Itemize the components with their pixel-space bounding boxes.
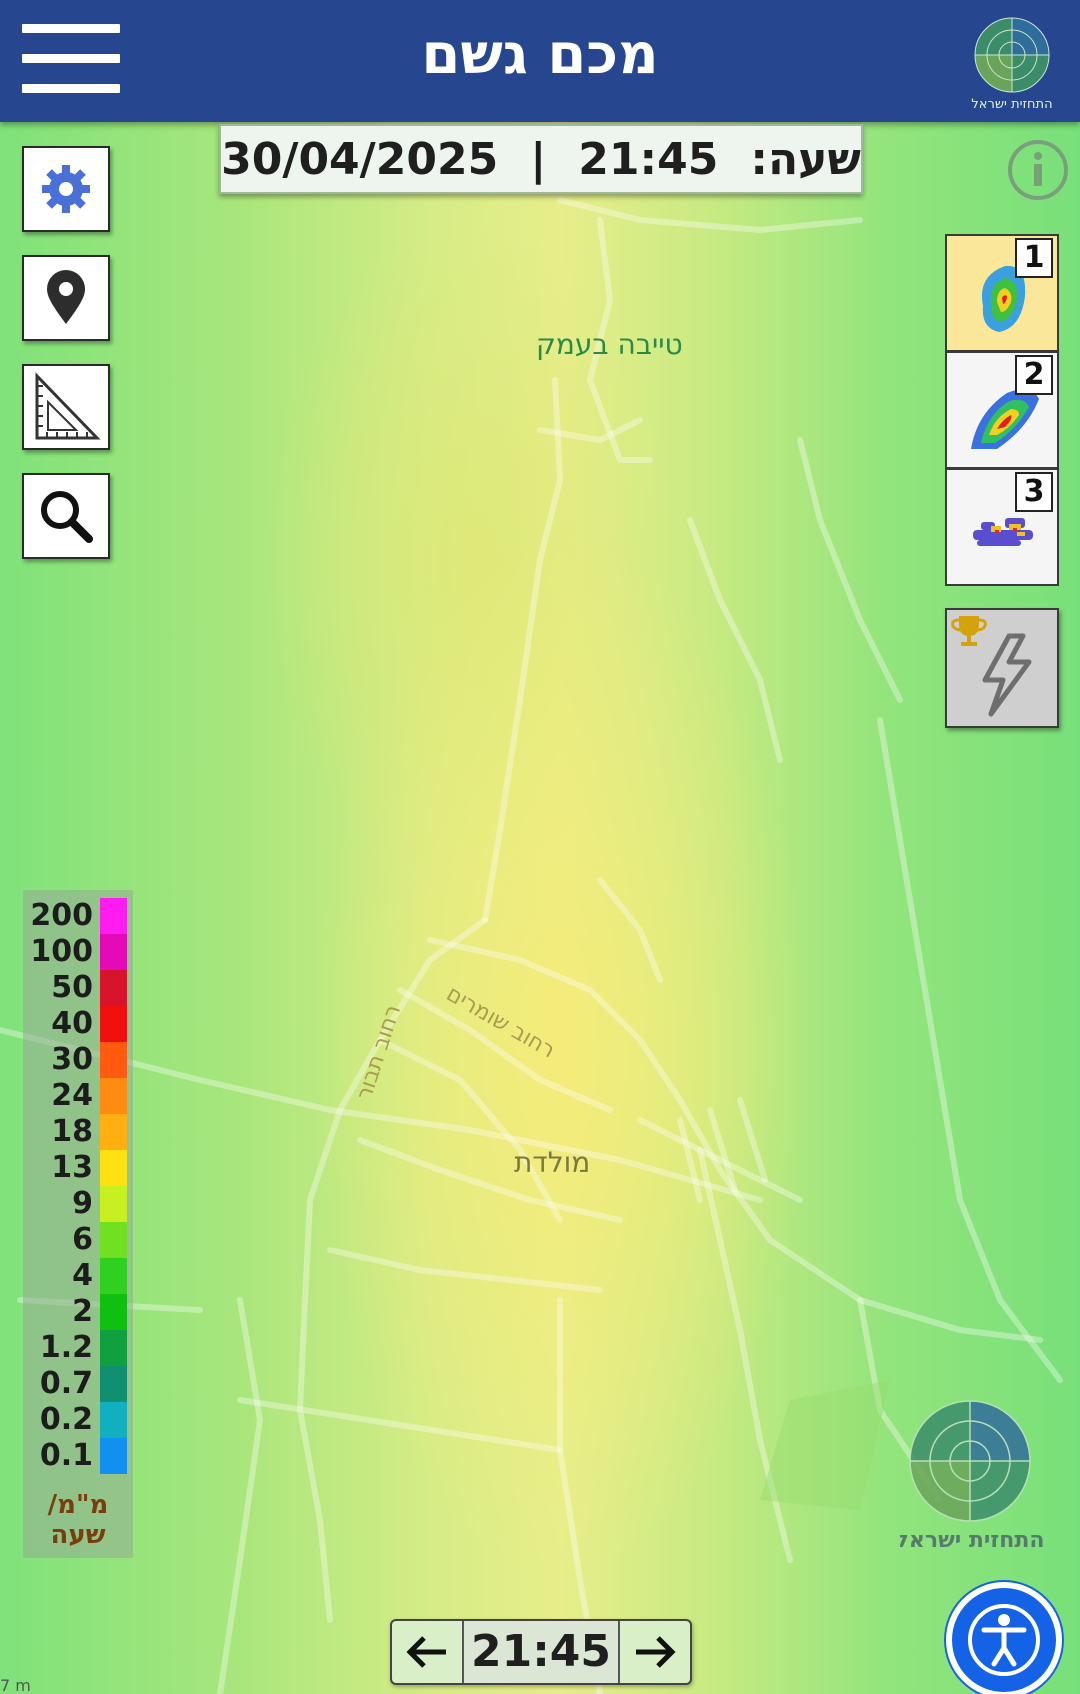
legend-swatch — [100, 898, 127, 934]
legend-unit: מ"מ/ שעה — [47, 1490, 109, 1550]
watermark-text: התחזית ישראל — [900, 1528, 1044, 1553]
legend-row: 0.2 — [23, 1402, 133, 1438]
legend-row: 1.2 — [23, 1330, 133, 1366]
legend-row: 0.1 — [23, 1438, 133, 1474]
legend-row: 100 — [23, 934, 133, 970]
gear-icon — [42, 165, 90, 213]
layer-button-2[interactable]: 2 — [945, 351, 1059, 469]
legend-swatch — [100, 1330, 127, 1366]
legend-value: 0.2 — [39, 1402, 93, 1437]
stepper-time[interactable]: 21:45 — [462, 1621, 620, 1683]
legend-swatch — [100, 1042, 127, 1078]
logo-text: התחזית ישראל — [971, 97, 1052, 110]
legend-swatch — [100, 934, 127, 970]
layer-number-1: 1 — [1015, 238, 1053, 278]
info-button[interactable] — [1006, 138, 1070, 202]
lightning-button[interactable] — [945, 608, 1059, 728]
measure-button[interactable] — [22, 364, 110, 450]
magnifier-icon — [41, 491, 93, 543]
legend-swatch — [100, 1438, 127, 1474]
legend-row: 18 — [23, 1114, 133, 1150]
legend-value: 4 — [72, 1258, 93, 1293]
layer-number-3: 3 — [1015, 472, 1053, 512]
banner-separator: | — [530, 133, 547, 185]
legend-row: 50 — [23, 970, 133, 1006]
legend-value: 0.1 — [39, 1438, 93, 1473]
legend-value: 2 — [72, 1294, 93, 1329]
place-label-moledet: מולדת — [514, 1146, 591, 1179]
legend-value: 40 — [51, 1006, 93, 1041]
place-label-tayibe: טייבה בעמק — [536, 328, 683, 361]
legend-swatch — [100, 1114, 127, 1150]
legend-row: 0.7 — [23, 1366, 133, 1402]
legend-swatch — [100, 1150, 127, 1186]
prev-time-button[interactable] — [392, 1621, 462, 1683]
legend-swatch — [100, 1222, 127, 1258]
map-pin-icon — [47, 270, 85, 324]
legend-value: 6 — [72, 1222, 93, 1257]
legend-swatch — [100, 1402, 127, 1438]
watermark-logo: התחזית ישראל — [896, 1395, 1050, 1565]
legend-value: 1.2 — [39, 1330, 93, 1365]
arrow-left-icon — [406, 1636, 446, 1668]
app-logo[interactable]: התחזית ישראל — [962, 10, 1062, 112]
legend-swatch — [100, 1186, 127, 1222]
arrow-right-icon — [636, 1636, 676, 1668]
legend-value: 30 — [51, 1042, 93, 1077]
time-stepper: 21:45 — [390, 1619, 692, 1685]
layer-button-1[interactable]: 1 — [945, 234, 1059, 352]
legend-value: 18 — [51, 1114, 93, 1149]
legend-row: 4 — [23, 1258, 133, 1294]
rain-legend: 200 100 50 40 30 24 18 13 9 6 4 2 1.2 0.… — [23, 890, 133, 1558]
legend-swatch — [100, 1078, 127, 1114]
legend-row: 24 — [23, 1078, 133, 1114]
accessibility-icon — [968, 1604, 1040, 1676]
legend-row: 30 — [23, 1042, 133, 1078]
legend-row: 6 — [23, 1222, 133, 1258]
legend-value: 13 — [51, 1150, 93, 1185]
time-banner: שעה: 21:45 | 30/04/2025 — [219, 124, 863, 194]
legend-swatch — [100, 1294, 127, 1330]
banner-time: 21:45 — [578, 133, 719, 185]
legend-row: 9 — [23, 1186, 133, 1222]
banner-date: 30/04/2025 — [221, 133, 499, 185]
legend-value: 9 — [72, 1186, 93, 1221]
settings-button[interactable] — [22, 146, 110, 232]
next-time-button[interactable] — [620, 1621, 690, 1683]
page-title: מכם גשם — [421, 22, 659, 87]
legend-row: 13 — [23, 1150, 133, 1186]
legend-swatch — [100, 1258, 127, 1294]
legend-swatch — [100, 970, 127, 1006]
legend-value: 100 — [30, 934, 93, 969]
info-icon — [1008, 140, 1068, 200]
legend-value: 24 — [51, 1078, 93, 1113]
location-button[interactable] — [22, 255, 110, 341]
layer-button-3[interactable]: 3 — [945, 468, 1059, 586]
search-button[interactable] — [22, 473, 110, 559]
legend-swatch — [100, 1006, 127, 1042]
legend-value: 200 — [30, 898, 93, 933]
radar-logo-icon: התחזית ישראל — [971, 17, 1053, 112]
legend-row: 200 — [23, 898, 133, 934]
legend-row: 40 — [23, 1006, 133, 1042]
trophy-icon — [951, 616, 987, 646]
legend-value: 0.7 — [39, 1366, 93, 1401]
radar-watermark-icon: התחזית ישראל — [896, 1400, 1044, 1553]
accessibility-button[interactable] — [946, 1582, 1062, 1694]
map-scale: 7 m — [0, 1676, 31, 1694]
hour-label: שעה: — [750, 133, 861, 185]
ruler-triangle-icon — [35, 372, 101, 440]
app-header: מכם גשם התחזית ישראל — [0, 0, 1080, 122]
layer-number-2: 2 — [1015, 355, 1053, 395]
legend-row: 2 — [23, 1294, 133, 1330]
legend-swatch — [100, 1366, 127, 1402]
legend-value: 50 — [51, 970, 93, 1005]
